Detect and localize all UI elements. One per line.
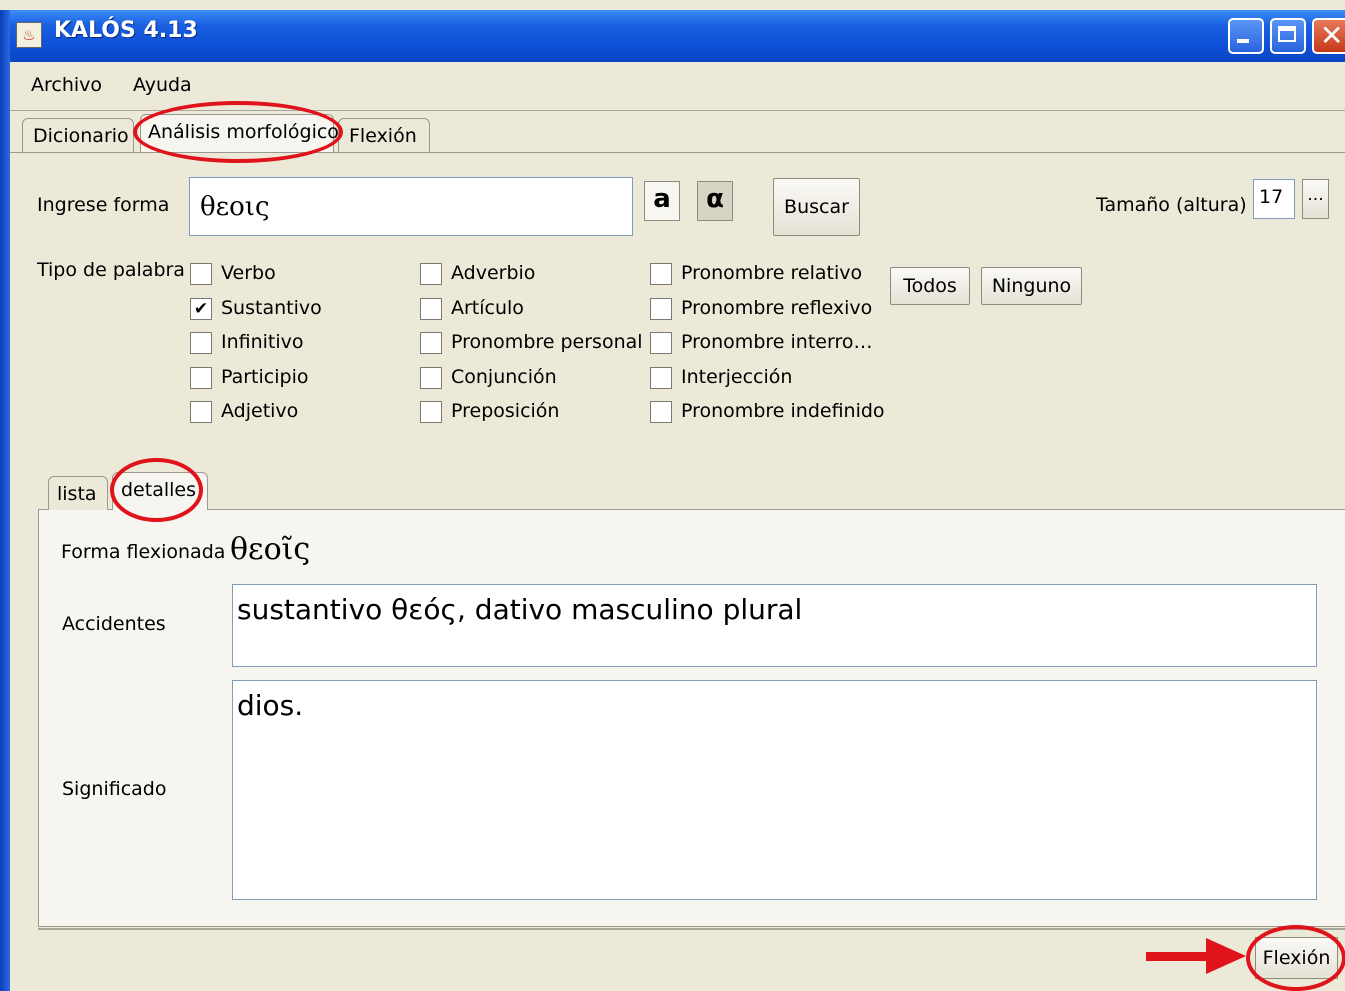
- tipo-de-palabra-label: Tipo de palabra: [37, 259, 185, 281]
- checkbox-label: Interjección: [681, 366, 793, 388]
- window-title: KALÓS 4.13: [54, 18, 198, 43]
- minimize-icon: [1237, 39, 1249, 43]
- buscar-button[interactable]: Buscar: [773, 178, 860, 236]
- checkbox-verbo[interactable]: [190, 263, 212, 285]
- app-window: ♨ KALÓS 4.13 ✕ Archivo Ayuda Dicionario …: [0, 0, 1345, 991]
- checkbox-label: Pronombre indefinido: [681, 400, 885, 422]
- greek-keyboard-button[interactable]: α: [697, 181, 733, 221]
- latin-keyboard-button[interactable]: a: [644, 181, 680, 221]
- checkbox-label: Sustantivo: [221, 297, 322, 319]
- checkbox-adverbio[interactable]: [420, 263, 442, 285]
- title-bar[interactable]: [10, 10, 1345, 62]
- forma-flexionada-value: θεοῖς: [230, 532, 311, 567]
- ninguno-button[interactable]: Ninguno: [981, 267, 1082, 305]
- flexion-button[interactable]: Flexión: [1255, 937, 1338, 979]
- todos-button[interactable]: Todos: [890, 267, 970, 305]
- significado-label: Significado: [62, 778, 167, 800]
- maximize-button[interactable]: [1270, 18, 1306, 54]
- checkbox-sustantivo[interactable]: ✔: [190, 298, 212, 320]
- checkbox-pronombre-indefinido[interactable]: [650, 401, 672, 423]
- checkbox-label: Conjunción: [451, 366, 557, 388]
- ingrese-forma-label: Ingrese forma: [37, 194, 170, 216]
- close-icon: ✕: [1320, 19, 1344, 52]
- minimize-button[interactable]: [1228, 18, 1264, 54]
- checkbox-label: Pronombre reflexivo: [681, 297, 873, 319]
- tab-lista[interactable]: lista: [48, 476, 108, 510]
- tab-dicionario[interactable]: Dicionario: [22, 118, 134, 152]
- size-browse-button[interactable]: ...: [1302, 179, 1329, 219]
- checkbox-label: Adverbio: [451, 262, 536, 284]
- significado-textarea[interactable]: dios.: [232, 680, 1317, 900]
- checkbox-interjeccion[interactable]: [650, 367, 672, 389]
- checkbox-conjuncion[interactable]: [420, 367, 442, 389]
- size-label: Tamaño (altura): [1096, 194, 1247, 216]
- accidentes-label: Accidentes: [62, 613, 166, 635]
- arrow-head-icon: [1206, 938, 1246, 974]
- checkbox-label: Preposición: [451, 400, 560, 422]
- checkbox-label: Participio: [221, 366, 309, 388]
- forma-flexionada-label: Forma flexionada: [61, 541, 226, 563]
- checkbox-label: Pronombre interro…: [681, 331, 873, 353]
- size-input[interactable]: 17: [1253, 179, 1295, 219]
- accidentes-textarea[interactable]: sustantivo θεός, dativo masculino plural: [232, 584, 1317, 667]
- checkbox-label: Infinitivo: [221, 331, 304, 353]
- tab-flexion[interactable]: Flexión: [338, 118, 430, 152]
- close-button[interactable]: ✕: [1312, 18, 1345, 54]
- checkbox-participio[interactable]: [190, 367, 212, 389]
- checkbox-infinitivo[interactable]: [190, 332, 212, 354]
- checkbox-articulo[interactable]: [420, 298, 442, 320]
- bottom-divider: [38, 928, 1345, 930]
- checkbox-label: Adjetivo: [221, 400, 299, 422]
- checkbox-label: Artículo: [451, 297, 524, 319]
- pointer-arrow-icon: [1146, 952, 1210, 961]
- java-app-icon: ♨: [16, 22, 42, 48]
- menu-ayuda[interactable]: Ayuda: [133, 74, 192, 96]
- checkbox-adjetivo[interactable]: [190, 401, 212, 423]
- checkbox-label: Verbo: [221, 262, 276, 284]
- checkbox-label: Pronombre personal: [451, 331, 643, 353]
- search-input[interactable]: [189, 177, 633, 236]
- tab-detalles[interactable]: detalles: [112, 472, 208, 510]
- window-border: [0, 10, 10, 991]
- maximize-icon: [1278, 26, 1296, 42]
- checkmark-icon: ✔: [193, 299, 209, 319]
- checkbox-pronombre-relativo[interactable]: [650, 263, 672, 285]
- checkbox-pronombre-personal[interactable]: [420, 332, 442, 354]
- checkbox-pronombre-interrogativo[interactable]: [650, 332, 672, 354]
- checkbox-pronombre-reflexivo[interactable]: [650, 298, 672, 320]
- menu-archivo[interactable]: Archivo: [31, 74, 102, 96]
- tab-analisis-morfologico[interactable]: Análisis morfológico: [140, 114, 339, 152]
- checkbox-label: Pronombre relativo: [681, 262, 863, 284]
- checkbox-preposicion[interactable]: [420, 401, 442, 423]
- menu-bar: [10, 62, 1345, 111]
- tab-strip-divider: [10, 152, 1345, 153]
